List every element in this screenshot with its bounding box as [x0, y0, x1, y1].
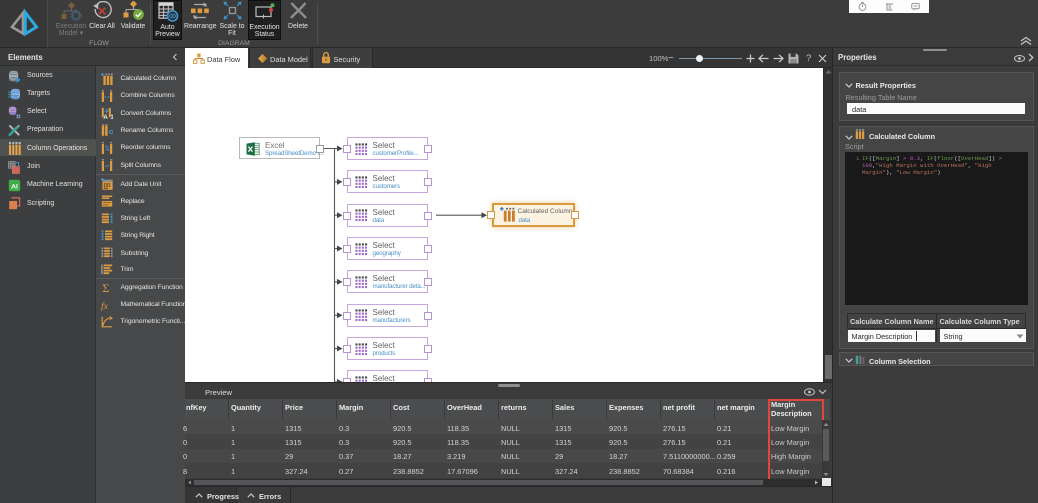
svg-text:AI: AI: [11, 183, 18, 190]
svg-text:1: 1: [110, 114, 113, 119]
svg-text:Σ: Σ: [102, 281, 109, 293]
svg-text:fx: fx: [101, 300, 109, 310]
svg-text:A: A: [103, 114, 108, 119]
